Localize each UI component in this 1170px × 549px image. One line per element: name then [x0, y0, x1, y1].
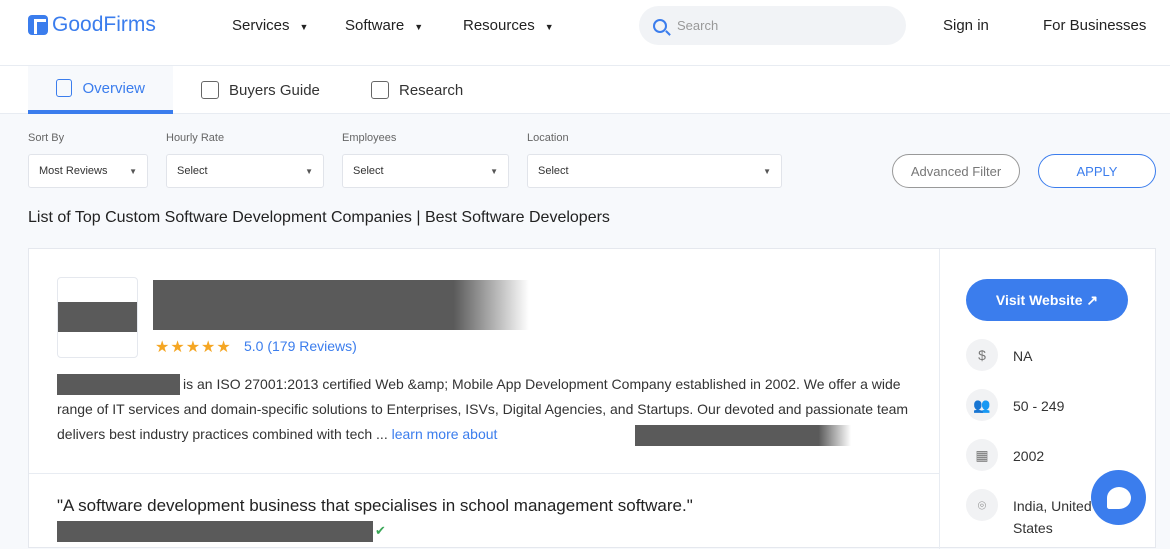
chat-bubble-icon: [1106, 486, 1131, 509]
search-input[interactable]: Search: [639, 6, 906, 45]
caret-down-icon: ▼: [305, 166, 313, 176]
rating-stars: ★★★★★: [155, 339, 232, 356]
hourly-rate-select[interactable]: Select ▼: [166, 154, 324, 188]
location-info: ⌾ India, United States: [966, 489, 1103, 539]
founded-info: ▦ 2002: [966, 439, 1103, 471]
logo-icon: [28, 15, 48, 35]
tab-research[interactable]: Research: [343, 66, 491, 114]
employees-select[interactable]: Select ▼: [342, 154, 509, 188]
advanced-filter-button[interactable]: Advanced Filter: [892, 154, 1020, 188]
caret-down-icon: ▼: [414, 22, 424, 32]
company-name-redacted: [635, 425, 851, 446]
tab-overview[interactable]: Overview: [28, 66, 173, 114]
review-quote[interactable]: "A software development business that sp…: [57, 496, 693, 516]
dollar-icon: $: [966, 339, 998, 371]
sort-select[interactable]: Most Reviews ▼: [28, 154, 148, 188]
divider: [939, 249, 940, 549]
sort-label: Sort By: [28, 132, 65, 144]
calendar-icon: ▦: [966, 439, 998, 471]
verified-icon: ✔: [375, 523, 386, 538]
tab-bar: Overview Buyers Guide Research: [0, 66, 1170, 114]
document-icon: [56, 79, 73, 97]
caret-down-icon: ▼: [763, 166, 771, 176]
location-select[interactable]: Select ▼: [527, 154, 782, 188]
caret-down-icon: ▼: [129, 166, 137, 176]
company-card: ★★★★★ 5.0 (179 Reviews) is an ISO 27001:…: [28, 248, 1156, 549]
header: GoodFirms Services ▼ Software ▼ Resources ▼…: [0, 0, 1170, 66]
tab-buyers-guide[interactable]: Buyers Guide: [173, 66, 348, 114]
hourly-rate-label: Hourly Rate: [166, 132, 225, 144]
location-label: Location: [527, 132, 569, 144]
chat-button[interactable]: [1091, 470, 1146, 525]
nav-resources[interactable]: Resources ▼: [463, 17, 554, 34]
apply-button[interactable]: APPLY: [1038, 154, 1156, 188]
caret-down-icon: ▼: [299, 22, 309, 32]
company-logo[interactable]: [57, 277, 138, 358]
book-icon: [201, 81, 219, 99]
goodfirms-logo[interactable]: GoodFirms: [28, 13, 156, 37]
learn-more-link[interactable]: learn more about: [392, 426, 498, 442]
company-name-redacted[interactable]: [153, 280, 529, 330]
users-icon: 👥: [966, 389, 998, 421]
sign-in-link[interactable]: Sign in: [943, 17, 989, 34]
nav-software[interactable]: Software ▼: [345, 17, 423, 34]
employees-label: Employees: [342, 132, 397, 144]
list-title: List of Top Custom Software Development …: [28, 209, 610, 226]
nav-services[interactable]: Services ▼: [232, 17, 308, 34]
employees-info: 👥 50 - 249: [966, 389, 1103, 421]
hourly-rate-info: $ NA: [966, 339, 1103, 371]
bar-chart-icon: [371, 81, 389, 99]
divider: [29, 473, 939, 474]
reviewer-redacted: [57, 521, 373, 542]
caret-down-icon: ▼: [544, 22, 554, 32]
search-icon: [653, 18, 667, 33]
caret-down-icon: ▼: [490, 166, 498, 176]
location-pin-icon: ⌾: [966, 489, 998, 521]
for-businesses-link[interactable]: For Businesses: [1043, 17, 1146, 34]
visit-website-button[interactable]: Visit Website ↗: [966, 279, 1128, 321]
reviews-link[interactable]: 5.0 (179 Reviews): [244, 338, 357, 354]
